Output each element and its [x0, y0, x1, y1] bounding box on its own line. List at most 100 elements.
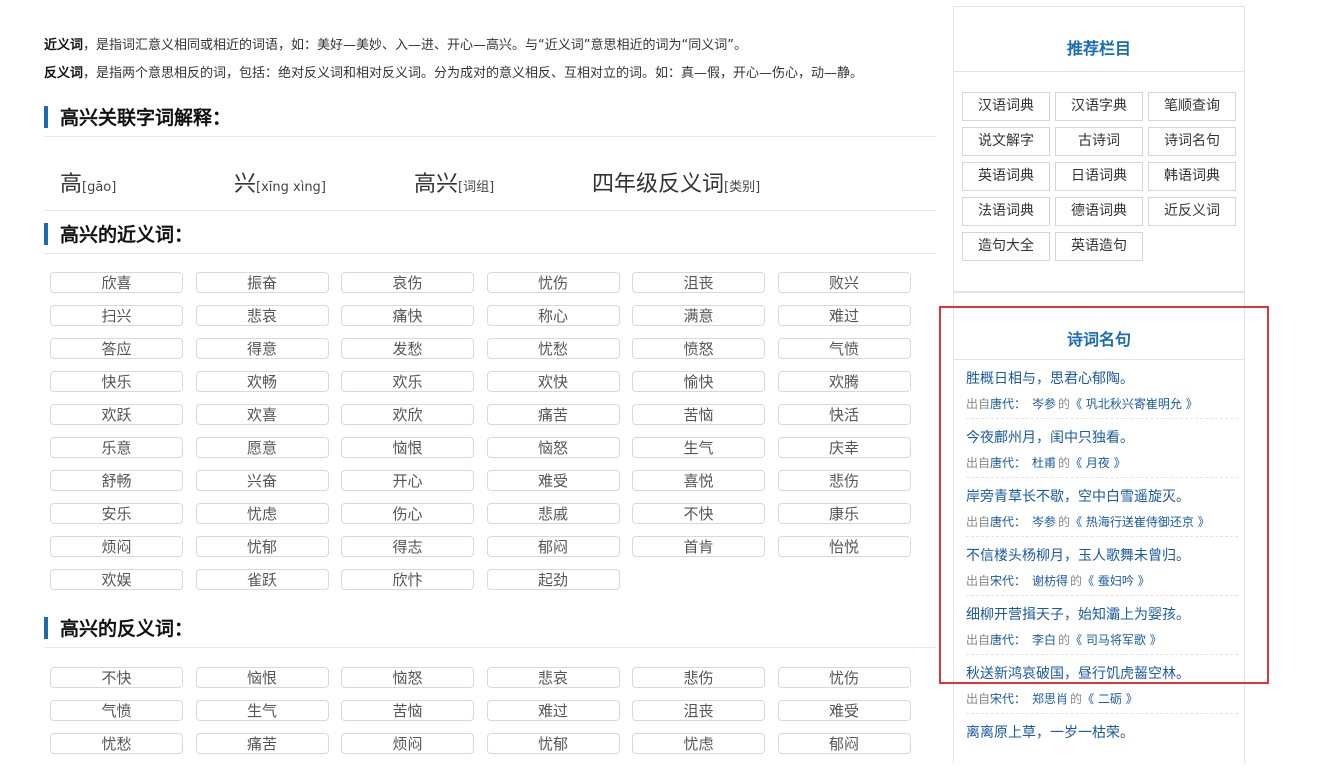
synonym-word[interactable]: 欢娱 — [50, 569, 183, 590]
antonym-word[interactable]: 烦闷 — [341, 733, 474, 754]
synonym-word[interactable]: 安乐 — [50, 503, 183, 524]
synonym-word[interactable]: 苦恼 — [632, 404, 765, 425]
synonym-word[interactable]: 痛苦 — [486, 404, 620, 425]
recommend-link[interactable]: 英语造句 — [1055, 232, 1143, 261]
synonym-word[interactable]: 悲戚 — [486, 503, 620, 524]
synonym-word[interactable]: 欢喜 — [195, 404, 329, 425]
recommend-link[interactable]: 汉语词典 — [962, 92, 1050, 121]
poem-line-link[interactable]: 不信楼头杨柳月，玉人歌舞未曾归。 — [966, 545, 1190, 565]
char-link-gaoxing[interactable]: 高兴[词组] — [414, 166, 494, 198]
poem-title-link[interactable]: 《 蚕妇吟 》 — [1082, 574, 1150, 588]
synonym-word[interactable]: 郁闷 — [486, 536, 620, 557]
synonym-word[interactable]: 忧郁 — [195, 536, 329, 557]
synonym-word[interactable]: 怡悦 — [777, 536, 911, 557]
poem-line-link[interactable]: 岸旁青草长不歇，空中白雪遥旋灭。 — [966, 486, 1190, 506]
poem-title-link[interactable]: 《 司马将军歌 》 — [1070, 633, 1162, 647]
poem-title-link[interactable]: 《 月夜 》 — [1070, 456, 1126, 470]
synonym-word[interactable]: 欣喜 — [50, 272, 183, 293]
synonym-word[interactable]: 舒畅 — [50, 470, 183, 491]
recommend-link[interactable]: 日语词典 — [1055, 162, 1143, 191]
synonym-word[interactable]: 欢欣 — [341, 404, 474, 425]
synonym-word[interactable]: 满意 — [632, 305, 765, 326]
antonym-word[interactable]: 难过 — [486, 700, 620, 721]
synonym-word[interactable]: 欣忭 — [341, 569, 474, 590]
poem-author-link[interactable]: 郑思肖 — [1032, 692, 1068, 706]
synonym-word[interactable]: 振奋 — [195, 272, 329, 293]
antonym-word[interactable]: 不快 — [50, 667, 183, 688]
antonym-word[interactable]: 苦恼 — [341, 700, 474, 721]
antonym-word[interactable]: 忧伤 — [777, 667, 911, 688]
synonym-word[interactable]: 康乐 — [777, 503, 911, 524]
synonym-word[interactable]: 快活 — [777, 404, 911, 425]
synonym-word[interactable]: 欢跃 — [50, 404, 183, 425]
antonym-word[interactable]: 忧郁 — [486, 733, 620, 754]
poem-line-link[interactable]: 今夜鄜州月，闺中只独看。 — [966, 427, 1134, 447]
synonym-word[interactable]: 气愤 — [777, 338, 911, 359]
synonym-word[interactable]: 快乐 — [50, 371, 183, 392]
synonym-word[interactable]: 愤怒 — [632, 338, 765, 359]
poem-author-link[interactable]: 李白 — [1032, 633, 1056, 647]
synonym-word[interactable]: 起劲 — [486, 569, 620, 590]
antonym-word[interactable]: 恼怒 — [341, 667, 474, 688]
recommend-link[interactable]: 笔顺查询 — [1148, 92, 1236, 121]
char-link-xing[interactable]: 兴[xīng xìng] — [234, 166, 326, 198]
synonym-word[interactable]: 恼恨 — [341, 437, 474, 458]
synonym-word[interactable]: 败兴 — [777, 272, 911, 293]
synonym-word[interactable]: 雀跃 — [195, 569, 329, 590]
poem-author-link[interactable]: 岑参 — [1032, 515, 1056, 529]
synonym-word[interactable]: 得志 — [341, 536, 474, 557]
recommend-link[interactable]: 法语词典 — [962, 197, 1050, 226]
antonym-word[interactable]: 悲哀 — [486, 667, 620, 688]
synonym-word[interactable]: 欢乐 — [341, 371, 474, 392]
poem-author-link[interactable]: 杜甫 — [1032, 456, 1056, 470]
poem-line-link[interactable]: 离离原上草，一岁一枯荣。 — [966, 722, 1134, 742]
poem-author-link[interactable]: 谢枋得 — [1032, 574, 1068, 588]
recommend-link[interactable]: 英语词典 — [962, 162, 1050, 191]
synonym-word[interactable]: 悲哀 — [195, 305, 329, 326]
synonym-word[interactable]: 沮丧 — [632, 272, 765, 293]
synonym-word[interactable]: 伤心 — [341, 503, 474, 524]
char-link-category[interactable]: 四年级反义词[类别] — [592, 166, 760, 198]
synonym-word[interactable]: 难受 — [486, 470, 620, 491]
synonym-word[interactable]: 乐意 — [50, 437, 183, 458]
recommend-link[interactable]: 近反义词 — [1148, 197, 1236, 226]
antonym-word[interactable]: 沮丧 — [632, 700, 765, 721]
recommend-link[interactable]: 德语词典 — [1055, 197, 1143, 226]
poem-author-link[interactable]: 岑参 — [1032, 397, 1056, 411]
antonym-word[interactable]: 生气 — [195, 700, 329, 721]
recommend-link[interactable]: 说文解字 — [962, 127, 1050, 156]
synonym-word[interactable]: 忧伤 — [486, 272, 620, 293]
synonym-word[interactable]: 称心 — [486, 305, 620, 326]
antonym-word[interactable]: 郁闷 — [777, 733, 911, 754]
synonym-word[interactable]: 忧愁 — [486, 338, 620, 359]
synonym-word[interactable]: 愿意 — [195, 437, 329, 458]
synonym-word[interactable]: 喜悦 — [632, 470, 765, 491]
synonym-word[interactable]: 忧虑 — [195, 503, 329, 524]
poem-title-link[interactable]: 《 热海行送崔侍御还京 》 — [1070, 515, 1210, 529]
synonym-word[interactable]: 庆幸 — [777, 437, 911, 458]
poem-title-link[interactable]: 《 巩北秋兴寄崔明允 》 — [1070, 397, 1198, 411]
synonym-word[interactable]: 欢快 — [486, 371, 620, 392]
synonym-word[interactable]: 开心 — [341, 470, 474, 491]
antonym-word[interactable]: 悲伤 — [632, 667, 765, 688]
antonym-word[interactable]: 忧愁 — [50, 733, 183, 754]
synonym-word[interactable]: 哀伤 — [341, 272, 474, 293]
synonym-word[interactable]: 痛快 — [341, 305, 474, 326]
synonym-word[interactable]: 答应 — [50, 338, 183, 359]
synonym-word[interactable]: 愉快 — [632, 371, 765, 392]
synonym-word[interactable]: 扫兴 — [50, 305, 183, 326]
poem-line-link[interactable]: 细柳开营揖天子，始知灞上为婴孩。 — [966, 604, 1190, 624]
synonym-word[interactable]: 生气 — [632, 437, 765, 458]
recommend-link[interactable]: 造句大全 — [962, 232, 1050, 261]
recommend-link[interactable]: 韩语词典 — [1148, 162, 1236, 191]
antonym-word[interactable]: 痛苦 — [195, 733, 329, 754]
poem-title-link[interactable]: 《 二砺 》 — [1082, 692, 1138, 706]
antonym-word[interactable]: 气愤 — [50, 700, 183, 721]
recommend-link[interactable]: 汉语字典 — [1055, 92, 1143, 121]
synonym-word[interactable]: 发愁 — [341, 338, 474, 359]
synonym-word[interactable]: 兴奋 — [195, 470, 329, 491]
synonym-word[interactable]: 欢畅 — [195, 371, 329, 392]
synonym-word[interactable]: 首肯 — [632, 536, 765, 557]
char-link-gao[interactable]: 高[gāo] — [60, 166, 116, 198]
recommend-link[interactable]: 诗词名句 — [1148, 127, 1236, 156]
